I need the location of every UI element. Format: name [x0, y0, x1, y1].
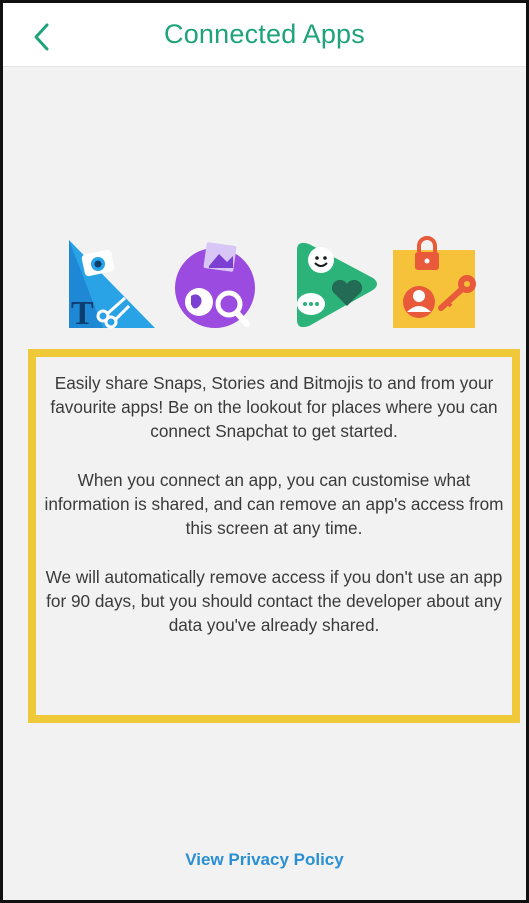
view-privacy-policy-link[interactable]: View Privacy Policy — [3, 850, 526, 870]
chat-stickers-icon — [287, 236, 383, 332]
info-paragraph-2: When you connect an app, you can customi… — [44, 470, 504, 538]
discover-world-icon — [167, 236, 263, 332]
top-bar: Connected Apps — [3, 3, 526, 67]
page-title: Connected Apps — [164, 19, 365, 49]
info-paragraph-1: Easily share Snaps, Stories and Bitmojis… — [50, 373, 498, 441]
illustrations-row: T — [63, 236, 483, 336]
secure-profile-icon — [389, 236, 485, 332]
screen: Connected Apps T Easily share Snaps, Sto… — [0, 0, 529, 903]
svg-text:T: T — [71, 295, 94, 332]
info-panel: Easily share Snaps, Stories and Bitmojis… — [28, 349, 520, 723]
info-paragraph-3: We will automatically remove access if y… — [45, 567, 503, 635]
creative-tools-icon: T — [63, 236, 159, 332]
